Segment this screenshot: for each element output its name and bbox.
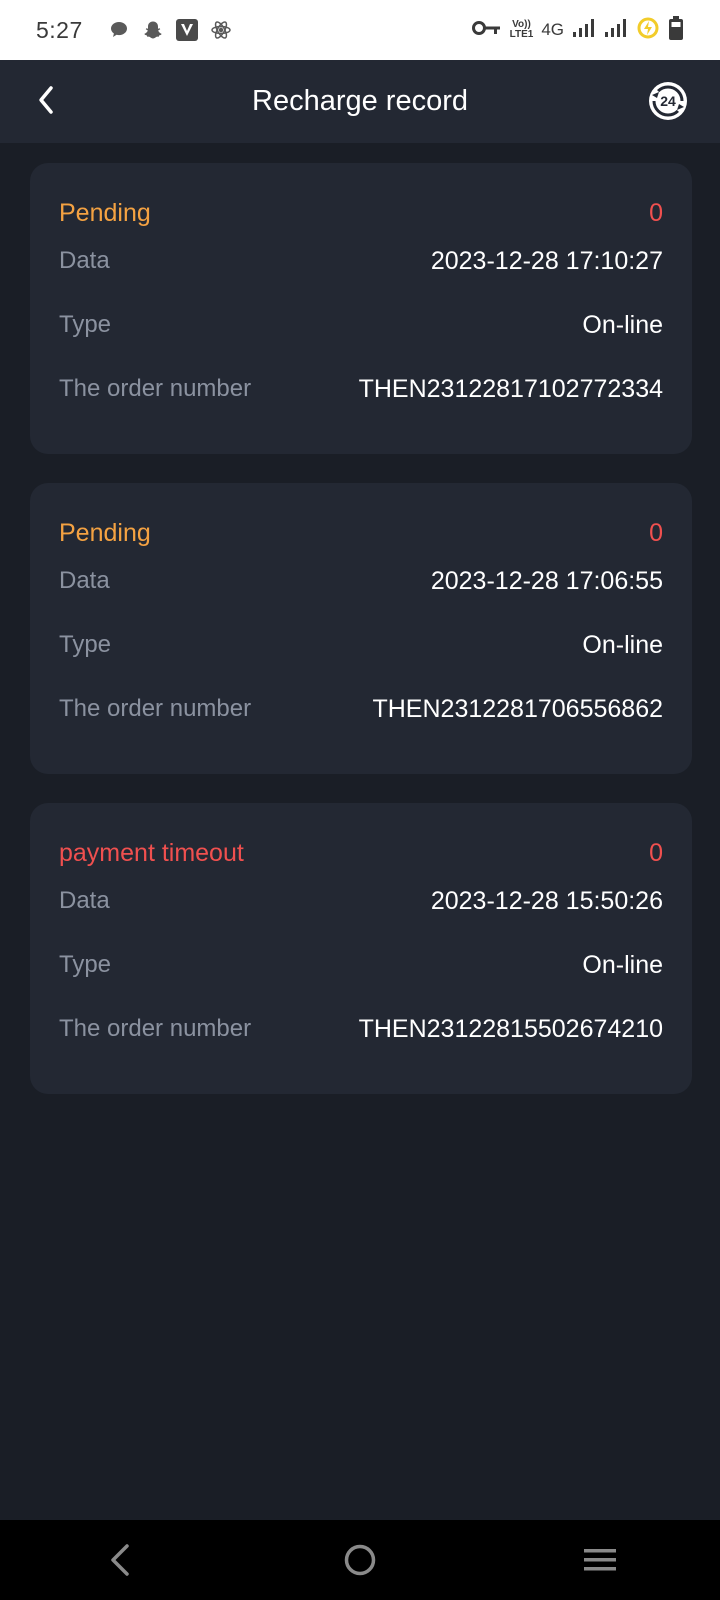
order-number-label: The order number: [59, 375, 252, 402]
recharge-record-list: Pending 0 Data 2023-12-28 17:10:27 Type …: [30, 163, 692, 1123]
status-time: 5:27: [36, 16, 83, 43]
record-type-row: Type On-line: [59, 933, 663, 997]
type-label: Type: [59, 311, 112, 338]
record-status: Pending: [59, 518, 151, 547]
vpn-key-icon: [471, 19, 502, 42]
type-value: On-line: [582, 950, 663, 979]
status-bar: 5:27 Vo)) LTE1 4G: [0, 0, 720, 60]
date-value: 2023-12-28 15:50:26: [430, 886, 663, 915]
type-label: Type: [59, 631, 112, 658]
back-button[interactable]: [26, 80, 66, 120]
record-amount: 0: [649, 198, 663, 227]
record-status: payment timeout: [59, 838, 244, 867]
app-header: Recharge record 24: [0, 60, 720, 143]
home-circle-icon: [344, 1544, 376, 1576]
order-number-label: The order number: [59, 695, 252, 722]
nav-back-button[interactable]: [80, 1530, 160, 1590]
order-number-value: THEN23122815502674210: [358, 1014, 663, 1043]
menu-lines-icon: [584, 1549, 616, 1571]
date-label: Data: [59, 567, 110, 594]
page-title: Recharge record: [252, 85, 468, 117]
record-header: Pending 0: [59, 163, 663, 229]
record-card[interactable]: payment timeout 0 Data 2023-12-28 15:50:…: [30, 803, 692, 1094]
24h-support-icon: 24: [649, 82, 687, 120]
type-label: Type: [59, 951, 112, 978]
record-type-row: Type On-line: [59, 613, 663, 677]
record-order-row: The order number THEN2312281706556862: [59, 677, 663, 741]
date-value: 2023-12-28 17:10:27: [430, 246, 663, 275]
v-app-icon: [175, 18, 199, 42]
record-date-row: Data 2023-12-28 17:06:55: [59, 549, 663, 613]
type-value: On-line: [582, 310, 663, 339]
order-number-label: The order number: [59, 1015, 252, 1042]
notification-icons: [107, 18, 233, 42]
date-value: 2023-12-28 17:06:55: [430, 566, 663, 595]
system-status: Vo)) LTE1 4G: [471, 15, 684, 46]
date-label: Data: [59, 887, 110, 914]
record-amount: 0: [649, 838, 663, 867]
record-date-row: Data 2023-12-28 17:10:27: [59, 229, 663, 293]
record-type-row: Type On-line: [59, 293, 663, 357]
data-saver-icon: [636, 16, 660, 45]
chat-bubble-icon: [107, 18, 131, 42]
order-number-value: THEN23122817102772334: [358, 374, 663, 403]
nav-home-button[interactable]: [320, 1530, 400, 1590]
system-nav-bar: [0, 1520, 720, 1600]
record-date-row: Data 2023-12-28 15:50:26: [59, 869, 663, 933]
svg-text:24: 24: [660, 93, 676, 109]
back-triangle-icon: [111, 1544, 129, 1576]
record-header: payment timeout 0: [59, 803, 663, 869]
chevron-left-icon: [39, 86, 53, 114]
record-order-row: The order number THEN23122815502674210: [59, 997, 663, 1061]
nav-menu-button[interactable]: [560, 1530, 640, 1590]
signal-icon: [604, 17, 628, 44]
record-card[interactable]: Pending 0 Data 2023-12-28 17:06:55 Type …: [30, 483, 692, 774]
record-order-row: The order number THEN23122817102772334: [59, 357, 663, 421]
snapchat-icon: [141, 18, 165, 42]
atom-icon: [209, 18, 233, 42]
type-value: On-line: [582, 630, 663, 659]
record-status: Pending: [59, 198, 151, 227]
record-amount: 0: [649, 518, 663, 547]
signal-icon: [572, 17, 596, 44]
volte-bottom: LTE1: [509, 29, 534, 40]
battery-icon: [668, 15, 684, 46]
date-label: Data: [59, 247, 110, 274]
volte-indicator: Vo)) LTE1: [510, 20, 534, 40]
record-header: Pending 0: [59, 483, 663, 549]
order-number-value: THEN2312281706556862: [372, 694, 663, 723]
support-24h-button[interactable]: 24: [648, 81, 688, 121]
record-card[interactable]: Pending 0 Data 2023-12-28 17:10:27 Type …: [30, 163, 692, 454]
network-type: 4G: [541, 20, 564, 39]
